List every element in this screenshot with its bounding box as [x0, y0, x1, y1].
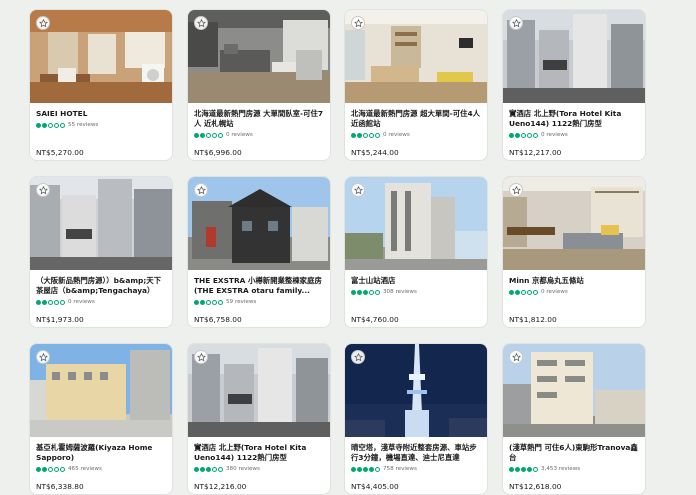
- rating-bubbles-icon: [194, 299, 223, 305]
- rating-row: 55 reviews: [36, 122, 98, 128]
- hotel-name[interactable]: THE EXSTRA 小樽新開業整棟家庭房(THE EXSTRA otaru f…: [194, 276, 326, 296]
- hotel-name[interactable]: 實酒店 北上野(Tora Hotel Kita Ueno144) 1122熱门房…: [509, 109, 641, 129]
- price: NT$12,216.00: [194, 482, 247, 491]
- rating-bubbles-icon: [509, 132, 538, 138]
- price: NT$5,270.00: [36, 148, 84, 157]
- price: NT$4,760.00: [351, 315, 399, 324]
- hotel-card[interactable]: (淺草熱門 可住6人)東駒形Tranova鑫台 3,453 reviews NT…: [502, 343, 646, 495]
- price: NT$6,338.80: [36, 482, 84, 491]
- rating-row: 0 reviews: [509, 289, 568, 295]
- review-count[interactable]: 465 reviews: [68, 466, 102, 472]
- review-count[interactable]: 758 reviews: [383, 466, 417, 472]
- rating-row: 465 reviews: [36, 466, 102, 472]
- hotel-grid: SAIEI HOTEL 55 reviews NT$5,270.00 北海道最新…: [0, 0, 696, 495]
- rating-bubbles-icon: [36, 466, 65, 472]
- price: NT$12,618.00: [509, 482, 562, 491]
- price: NT$6,996.00: [194, 148, 242, 157]
- favorite-star-icon[interactable]: [351, 183, 365, 197]
- hotel-card[interactable]: 基亞札霍姆薩波羅(Kiyaza Home Sapporo) 465 review…: [29, 343, 173, 495]
- price: NT$5,244.00: [351, 148, 399, 157]
- hotel-card[interactable]: 北海道最新熱門房源 超大單間-可住4人 近函館站 0 reviews NT$5,…: [344, 9, 488, 161]
- review-count[interactable]: 55 reviews: [68, 122, 98, 128]
- review-count[interactable]: 0 reviews: [68, 299, 95, 305]
- rating-row: 0 reviews: [36, 299, 95, 305]
- hotel-photo[interactable]: [345, 344, 487, 437]
- hotel-name[interactable]: 晴空塔，淺草寺附近整套房源、車站步行3分鐘，機場直達、迪士尼直達: [351, 443, 483, 463]
- hotel-name[interactable]: 基亞札霍姆薩波羅(Kiyaza Home Sapporo): [36, 443, 168, 463]
- hotel-name[interactable]: SAIEI HOTEL: [36, 109, 168, 119]
- rating-row: 380 reviews: [194, 466, 260, 472]
- hotel-card[interactable]: 實酒店 北上野(Tora Hotel Kita Ueno144) 1122熱门房…: [187, 343, 331, 495]
- favorite-star-icon[interactable]: [36, 183, 50, 197]
- review-count[interactable]: 0 reviews: [383, 132, 410, 138]
- rating-row: 308 reviews: [351, 289, 417, 295]
- hotel-photo[interactable]: [345, 177, 487, 270]
- rating-bubbles-icon: [509, 466, 538, 472]
- hotel-card[interactable]: Minn 京都烏丸五條站 0 reviews NT$1,812.00: [502, 176, 646, 328]
- rating-bubbles-icon: [194, 132, 223, 138]
- price: NT$12,217.00: [509, 148, 562, 157]
- review-count[interactable]: 308 reviews: [383, 289, 417, 295]
- rating-bubbles-icon: [194, 466, 223, 472]
- hotel-card[interactable]: 富士山站酒店 308 reviews NT$4,760.00: [344, 176, 488, 328]
- hotel-name[interactable]: （大阪新品熱門房源））b&amp;天下茶屋店（b&amp;Tengachaya）: [36, 276, 168, 296]
- hotel-photo[interactable]: [188, 10, 330, 103]
- rating-bubbles-icon: [36, 122, 65, 128]
- hotel-card[interactable]: 晴空塔，淺草寺附近整套房源、車站步行3分鐘，機場直達、迪士尼直達 758 rev…: [344, 343, 488, 495]
- rating-bubbles-icon: [351, 466, 380, 472]
- hotel-photo[interactable]: [30, 177, 172, 270]
- hotel-name[interactable]: (淺草熱門 可住6人)東駒形Tranova鑫台: [509, 443, 641, 463]
- hotel-name[interactable]: Minn 京都烏丸五條站: [509, 276, 641, 286]
- favorite-star-icon[interactable]: [509, 183, 523, 197]
- review-count[interactable]: 3,453 reviews: [541, 466, 580, 472]
- favorite-star-icon[interactable]: [36, 350, 50, 364]
- rating-bubbles-icon: [351, 289, 380, 295]
- review-count[interactable]: 0 reviews: [226, 132, 253, 138]
- hotel-name[interactable]: 富士山站酒店: [351, 276, 483, 286]
- review-count[interactable]: 0 reviews: [541, 132, 568, 138]
- hotel-name[interactable]: 實酒店 北上野(Tora Hotel Kita Ueno144) 1122熱门房…: [194, 443, 326, 463]
- hotel-card[interactable]: THE EXSTRA 小樽新開業整棟家庭房(THE EXSTRA otaru f…: [187, 176, 331, 328]
- rating-row: 0 reviews: [351, 132, 410, 138]
- favorite-star-icon[interactable]: [36, 16, 50, 30]
- hotel-photo[interactable]: [503, 177, 645, 270]
- price: NT$4,405.00: [351, 482, 399, 491]
- rating-row: 758 reviews: [351, 466, 417, 472]
- rating-row: 0 reviews: [194, 132, 253, 138]
- hotel-photo[interactable]: [30, 10, 172, 103]
- rating-row: 59 reviews: [194, 299, 256, 305]
- hotel-card[interactable]: （大阪新品熱門房源））b&amp;天下茶屋店（b&amp;Tengachaya）…: [29, 176, 173, 328]
- hotel-card[interactable]: 實酒店 北上野(Tora Hotel Kita Ueno144) 1122熱门房…: [502, 9, 646, 161]
- price: NT$1,973.00: [36, 315, 84, 324]
- rating-bubbles-icon: [351, 132, 380, 138]
- favorite-star-icon[interactable]: [509, 16, 523, 30]
- hotel-card[interactable]: SAIEI HOTEL 55 reviews NT$5,270.00: [29, 9, 173, 161]
- price: NT$1,812.00: [509, 315, 557, 324]
- hotel-photo[interactable]: [30, 344, 172, 437]
- hotel-card[interactable]: 北海道最新熱門房源 大單間臥室-可住7人 近札幌站 0 reviews NT$6…: [187, 9, 331, 161]
- rating-row: 3,453 reviews: [509, 466, 580, 472]
- rating-bubbles-icon: [509, 289, 538, 295]
- favorite-star-icon[interactable]: [351, 350, 365, 364]
- hotel-photo[interactable]: [503, 344, 645, 437]
- review-count[interactable]: 59 reviews: [226, 299, 256, 305]
- hotel-photo[interactable]: [188, 177, 330, 270]
- favorite-star-icon[interactable]: [194, 16, 208, 30]
- price: NT$6,758.00: [194, 315, 242, 324]
- favorite-star-icon[interactable]: [351, 16, 365, 30]
- hotel-photo[interactable]: [503, 10, 645, 103]
- favorite-star-icon[interactable]: [194, 183, 208, 197]
- review-count[interactable]: 380 reviews: [226, 466, 260, 472]
- favorite-star-icon[interactable]: [194, 350, 208, 364]
- favorite-star-icon[interactable]: [509, 350, 523, 364]
- rating-bubbles-icon: [36, 299, 65, 305]
- hotel-name[interactable]: 北海道最新熱門房源 大單間臥室-可住7人 近札幌站: [194, 109, 326, 129]
- rating-row: 0 reviews: [509, 132, 568, 138]
- hotel-photo[interactable]: [345, 10, 487, 103]
- hotel-photo[interactable]: [188, 344, 330, 437]
- review-count[interactable]: 0 reviews: [541, 289, 568, 295]
- hotel-name[interactable]: 北海道最新熱門房源 超大單間-可住4人 近函館站: [351, 109, 483, 129]
